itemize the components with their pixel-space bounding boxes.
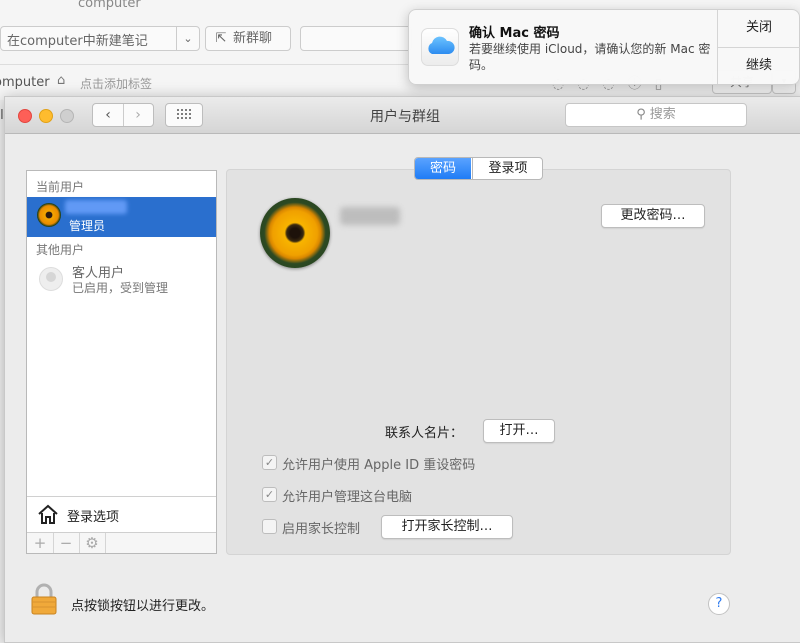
open-contact-button[interactable]: 打开… [483, 419, 555, 443]
redacted-full-name [340, 207, 400, 225]
contact-card-label: 联系人名片： [385, 426, 464, 441]
tab-password[interactable]: 密码 [415, 158, 471, 179]
remove-user-button[interactable]: − [53, 533, 80, 553]
notification-body: 若要继续使用 iCloud，请确认您的新 Mac 密码。 [469, 42, 711, 72]
background-search-field[interactable] [300, 26, 412, 51]
allow-apple-id-checkbox[interactable]: ✓ [262, 455, 277, 470]
user-picture[interactable] [260, 198, 330, 268]
open-parental-controls-button[interactable]: 打开家长控制… [381, 515, 513, 539]
login-options-label: 登录选项 [67, 510, 120, 525]
notification-close-button[interactable]: 关闭 [718, 10, 800, 46]
user-list: 当前用户 管理员 其他用户 客人用户 已启用，受到管理 登录选项 + − ⚙ [26, 170, 217, 554]
tab-login-items[interactable]: 登录项 [472, 158, 542, 179]
guest-avatar-icon [39, 267, 63, 291]
user-avatar [37, 203, 61, 227]
icloud-icon [421, 28, 459, 66]
sidebar-toolbar: + − ⚙ [27, 532, 216, 553]
parental-controls-checkbox[interactable] [262, 519, 277, 534]
login-options-item[interactable]: 登录选项 [27, 496, 216, 533]
add-tag-link[interactable]: 点击添加标签 [80, 75, 152, 92]
current-users-header: 当前用户 [36, 180, 85, 194]
title-bar: ‹ › 用户与群组 ⚲ 搜索 [5, 97, 800, 134]
lock-icon[interactable] [31, 583, 57, 615]
group-chat-icon: ⇱ [215, 31, 227, 46]
chevron-down-icon[interactable]: ⌄ [176, 27, 199, 50]
icloud-notification: 确认 Mac 密码 若要继续使用 iCloud，请确认您的新 Mac 密码。 关… [408, 9, 800, 85]
user-role-label: 管理员 [69, 219, 106, 233]
users-groups-window: ‹ › 用户与群组 ⚲ 搜索 当前用户 管理员 其他用户 客人用户 已启用，受到管… [4, 96, 800, 643]
search-placeholder: 搜索 [649, 107, 676, 122]
background-title: computer [78, 0, 141, 11]
new-group-label: 新群聊 [233, 31, 273, 46]
lock-instructions: 点按锁按钮以进行更改。 [71, 599, 215, 614]
parental-controls-label: 启用家长控制 [282, 522, 361, 537]
allow-admin-label: 允许用户管理这台电脑 [282, 490, 413, 505]
other-users-header: 其他用户 [36, 243, 85, 257]
tag-icon: ⌂ [57, 73, 66, 88]
redacted-user-name [65, 200, 127, 214]
guest-user-status: 已启用，受到管理 [72, 281, 169, 295]
new-note-button[interactable]: 在computer中新建笔记 ⌄ [0, 26, 200, 51]
notification-title: 确认 Mac 密码 [469, 26, 560, 41]
notification-continue-button[interactable]: 继续 [718, 47, 800, 84]
search-icon: ⚲ [636, 107, 646, 122]
change-password-button[interactable]: 更改密码… [601, 204, 705, 228]
help-button[interactable]: ? [708, 593, 730, 615]
search-field[interactable]: ⚲ 搜索 [565, 103, 747, 127]
add-user-button[interactable]: + [27, 533, 54, 553]
tab-control: 密码 登录项 [414, 157, 543, 180]
new-group-chat-button[interactable]: ⇱ 新群聊 [205, 26, 291, 51]
new-note-label: 在computer中新建笔记 [7, 34, 148, 49]
notification-actions: 关闭 继续 [717, 10, 800, 84]
current-user-row[interactable]: 管理员 [27, 197, 216, 237]
house-icon [38, 504, 58, 524]
allow-apple-id-label: 允许用户使用 Apple ID 重设密码 [282, 458, 476, 473]
notebook-name: omputer [0, 75, 50, 90]
allow-admin-checkbox[interactable]: ✓ [262, 487, 277, 502]
gear-icon[interactable]: ⚙ [79, 533, 106, 553]
